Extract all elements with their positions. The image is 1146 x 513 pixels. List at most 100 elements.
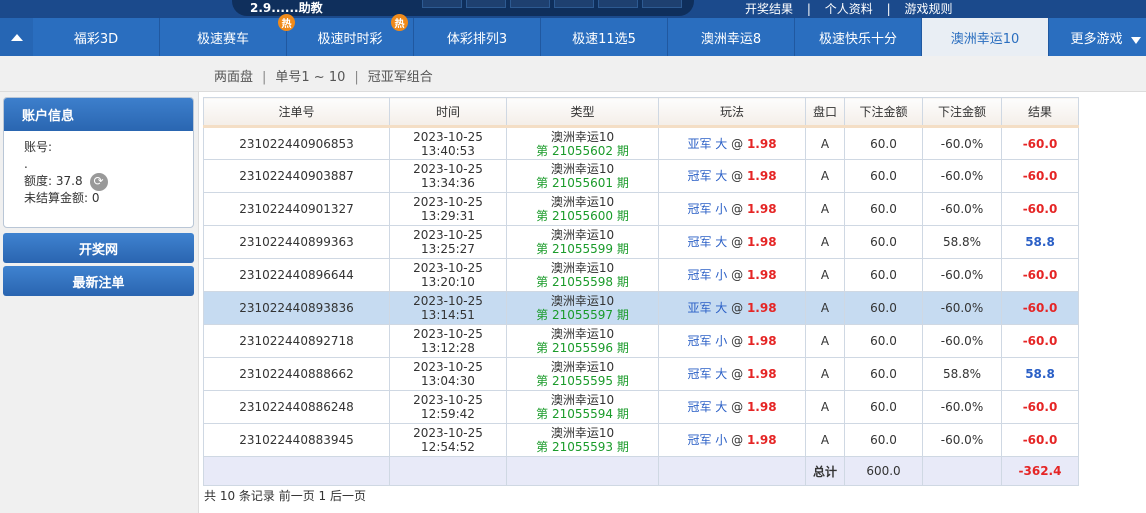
- nav-item-jisu-kuaile10[interactable]: 极速快乐十分: [795, 18, 922, 56]
- bet-id: 231022440892718: [203, 324, 390, 358]
- table-row: 231022440903887 2023-10-25 13:34:36 澳洲幸运10 第…: [203, 159, 1079, 193]
- more-games-label: 更多游戏: [1070, 31, 1123, 47]
- bet-issue: 第 21055600 期: [536, 209, 629, 223]
- bet-id: 231022440896644: [203, 258, 390, 292]
- bet-pan: A: [805, 357, 845, 391]
- bet-issue: 第 21055601 期: [536, 176, 629, 190]
- top-strip: 2.9......助教 开奖结果 | 个人资料 | 游戏规则: [0, 0, 1146, 18]
- nav-item-label: 体彩排列3: [446, 31, 508, 47]
- bet-at: @: [731, 202, 744, 216]
- bet-date: 2023-10-25: [413, 426, 483, 440]
- bet-amount: 60.0: [844, 390, 923, 424]
- bet-at: @: [731, 136, 744, 151]
- bet-date: 2023-10-25: [413, 162, 483, 176]
- latest-bets-button[interactable]: 最新注单: [3, 266, 194, 296]
- subnav-liangmianpan[interactable]: 两面盘: [214, 70, 253, 85]
- account-label: 账号:: [24, 140, 53, 154]
- nav-item-label: 澳洲幸运8: [700, 31, 762, 47]
- bet-result: -60.0: [1001, 324, 1079, 358]
- nav-item-aozhou-10[interactable]: 澳洲幸运10: [922, 18, 1049, 56]
- bet-clock: 12:54:52: [421, 440, 475, 454]
- bet-rate: -60.0%: [922, 258, 1002, 292]
- bet-clock: 13:04:30: [421, 374, 475, 388]
- bet-pan: A: [805, 258, 845, 292]
- nav-item-label: 极速快乐十分: [818, 31, 897, 47]
- link-profile[interactable]: 个人资料: [825, 2, 873, 16]
- bet-game: 澳洲幸运10: [550, 294, 615, 308]
- table-row: 231022440906853 2023-10-25 13:40:53 澳洲幸运10 第…: [203, 126, 1079, 160]
- bet-amount: 60.0: [844, 324, 923, 358]
- col-header: 结果: [1001, 97, 1079, 128]
- bet-at: @: [731, 433, 744, 447]
- bet-play-name: 冠军 小: [687, 334, 728, 348]
- bet-play: 冠军 小 @ 1.98: [658, 324, 806, 358]
- draw-site-button[interactable]: 开奖网: [3, 233, 194, 263]
- bet-game: 澳洲幸运10: [550, 327, 615, 341]
- subnav-danhao[interactable]: 单号1 ~ 10: [275, 70, 345, 85]
- nav-item-jisu-saiche[interactable]: 极速赛车热: [160, 14, 295, 56]
- bet-odds: 1.98: [746, 400, 777, 414]
- bet-clock: 13:20:10: [421, 275, 475, 289]
- bet-issue: 第 21055602 期: [536, 143, 629, 158]
- bet-game: 澳洲幸运10: [550, 393, 615, 407]
- credit-label: 额度: 37.8: [24, 174, 83, 188]
- subnav-guanya[interactable]: 冠亚军组合: [368, 70, 433, 85]
- bet-at: @: [731, 268, 744, 282]
- table-row: 231022440886248 2023-10-25 12:59:42 澳洲幸运10 第…: [203, 390, 1079, 424]
- bet-at: @: [731, 334, 744, 348]
- sub-nav: 两面盘 | 单号1 ~ 10 | 冠亚军组合: [0, 56, 1146, 92]
- bet-rate: -60.0%: [922, 423, 1002, 457]
- nav-collapse-button[interactable]: [0, 18, 33, 56]
- bet-clock: 13:40:53: [421, 143, 475, 158]
- bet-result: -60.0: [1001, 126, 1079, 160]
- bet-odds: 1.98: [746, 367, 777, 381]
- bet-play-name: 冠军 小: [687, 202, 728, 216]
- bet-play-name: 冠军 小: [687, 268, 728, 282]
- nav-item-jisu-11x5[interactable]: 极速11选5: [541, 18, 668, 56]
- bet-issue: 第 21055597 期: [536, 308, 629, 322]
- bet-date: 2023-10-25: [413, 393, 483, 407]
- bet-rate: -60.0%: [922, 126, 1002, 160]
- bet-type: 澳洲幸运10 第 21055597 期: [506, 291, 659, 325]
- link-results[interactable]: 开奖结果: [745, 2, 793, 16]
- bet-issue: 第 21055594 期: [536, 407, 629, 421]
- nav-item-jisu-shishicai[interactable]: 极速时时彩热: [287, 14, 414, 56]
- subnav-separator: |: [354, 70, 359, 85]
- bet-clock: 13:25:27: [421, 242, 475, 256]
- total-result: -362.4: [1001, 456, 1079, 486]
- bet-date: 2023-10-25: [413, 228, 483, 242]
- refresh-icon[interactable]: ⟳: [89, 172, 108, 191]
- bet-date: 2023-10-25: [413, 294, 483, 308]
- bet-pan: A: [805, 291, 845, 325]
- bet-pan: A: [805, 225, 845, 259]
- top-box: [598, 0, 638, 8]
- bet-clock: 13:34:36: [421, 176, 475, 190]
- sidebar: 账户信息 账号: . 额度: 37.8 ⟳ 未结算金额: 0 开奖网 最新注单: [0, 92, 199, 513]
- nav-item-aozhou-8[interactable]: 澳洲幸运8: [668, 18, 795, 56]
- bet-time: 2023-10-25 12:59:42: [389, 390, 507, 424]
- top-box: [510, 0, 550, 8]
- bet-type: 澳洲幸运10 第 21055602 期: [506, 126, 659, 160]
- bet-type: 澳洲幸运10 第 21055598 期: [506, 258, 659, 292]
- bet-pan: A: [805, 159, 845, 193]
- bet-date: 2023-10-25: [413, 195, 483, 209]
- bet-id: 231022440886248: [203, 390, 390, 424]
- bet-odds: 1.98: [746, 136, 777, 151]
- col-header: 注单号: [203, 97, 390, 128]
- account-panel: 账户信息 账号: . 额度: 37.8 ⟳ 未结算金额: 0: [3, 97, 194, 228]
- bet-result: -60.0: [1001, 390, 1079, 424]
- nav-item-fucai3d[interactable]: 福彩3D: [33, 18, 160, 56]
- bet-play: 亚军 大 @ 1.98: [658, 291, 806, 325]
- bet-amount: 60.0: [844, 126, 923, 160]
- bet-amount: 60.0: [844, 423, 923, 457]
- pagination: 共 10 条记录 前一页 1 后一页: [204, 489, 366, 503]
- bet-odds: 1.98: [746, 268, 777, 282]
- nav-item-label: 极速时时彩: [317, 31, 383, 47]
- chevron-down-icon: [1131, 37, 1141, 44]
- bet-at: @: [731, 169, 744, 183]
- more-games-button[interactable]: 更多游戏: [1049, 18, 1144, 56]
- bet-type: 澳洲幸运10 第 21055594 期: [506, 390, 659, 424]
- nav-item-pailie3[interactable]: 体彩排列3: [414, 18, 541, 56]
- bet-date: 2023-10-25: [413, 129, 483, 144]
- link-rules[interactable]: 游戏规则: [904, 2, 952, 16]
